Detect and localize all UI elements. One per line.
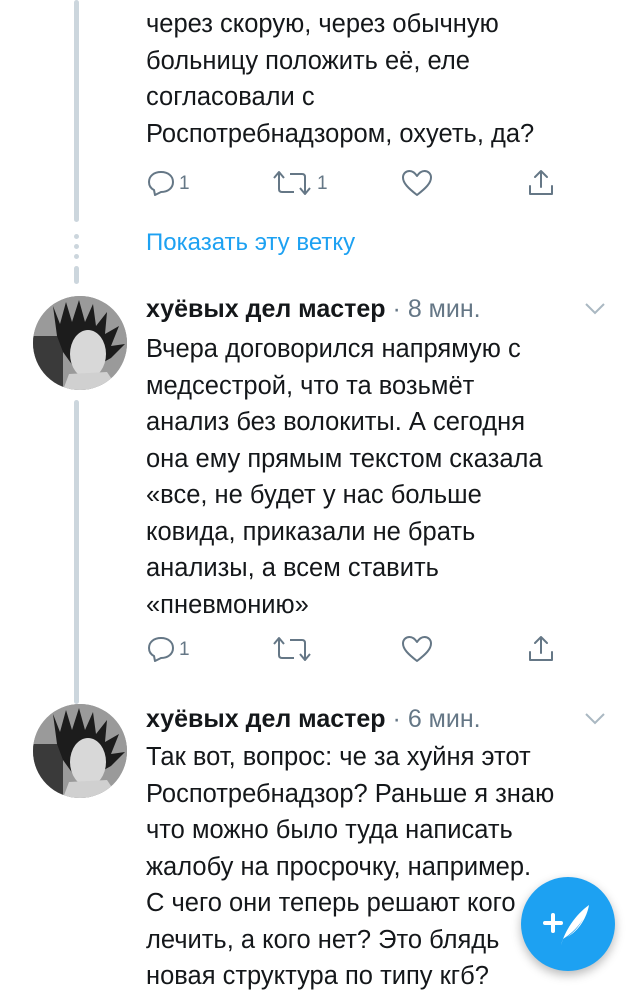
share-icon (529, 636, 553, 661)
reply-icon (148, 171, 174, 196)
thread-line (74, 0, 79, 222)
retweet-button[interactable]: 1 (270, 163, 328, 203)
reply-count: 1 (179, 638, 190, 660)
avatar[interactable] (33, 296, 127, 390)
tweet-header: хуёвых дел мастер · 8 мин. (146, 294, 481, 324)
retweet-button[interactable] (270, 629, 314, 669)
chevron-down-icon (585, 713, 605, 725)
reply-button[interactable]: 1 (146, 629, 190, 669)
tweet-menu-button[interactable] (584, 712, 606, 731)
tweet-text: Вчера договорился напрямую с медсестрой,… (146, 335, 543, 619)
avatar[interactable] (33, 704, 127, 798)
retweet-icon (273, 171, 311, 195)
chevron-down-icon (585, 303, 605, 315)
separator: · (392, 705, 401, 733)
tweet-text: через скорую, через обычную больницу пол… (146, 10, 535, 148)
compose-tweet-button[interactable] (521, 877, 615, 971)
share-button[interactable] (526, 629, 556, 669)
author-name[interactable]: хуёвых дел мастер (146, 705, 386, 733)
tweet-actions: 1 (146, 629, 566, 669)
heart-icon (402, 170, 432, 196)
show-thread-link[interactable]: Показать эту ветку (146, 229, 355, 257)
timestamp[interactable]: 6 мин. (408, 705, 481, 733)
like-button[interactable] (400, 629, 434, 669)
thread-dots (74, 234, 79, 264)
reply-count: 1 (179, 172, 190, 194)
like-button[interactable] (400, 163, 434, 203)
author-name[interactable]: хуёвых дел мастер (146, 295, 386, 323)
share-button[interactable] (526, 163, 556, 203)
tweet-actions: 1 1 (146, 163, 566, 203)
compose-tweet-icon (543, 905, 589, 945)
retweet-count: 1 (317, 172, 328, 194)
reply-button[interactable]: 1 (146, 163, 190, 203)
reply-icon (148, 637, 174, 662)
share-icon (529, 170, 553, 195)
separator: · (392, 295, 401, 323)
retweet-icon (273, 637, 311, 661)
heart-icon (402, 636, 432, 662)
thread-line (74, 266, 79, 284)
timestamp[interactable]: 8 мин. (408, 295, 481, 323)
tweet-header: хуёвых дел мастер · 6 мин. (146, 704, 481, 734)
thread-line (74, 400, 79, 704)
tweet-menu-button[interactable] (584, 302, 606, 321)
